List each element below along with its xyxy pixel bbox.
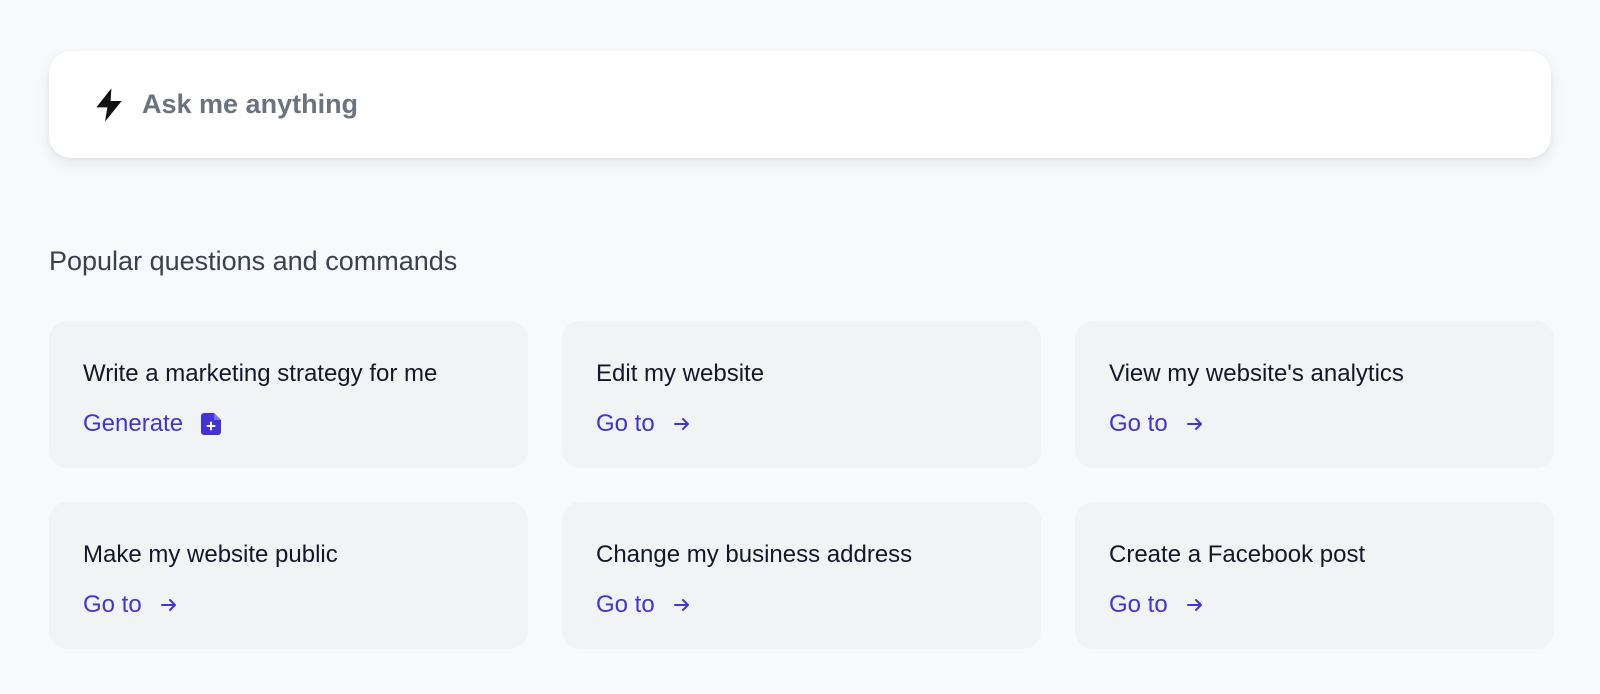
go-to-button[interactable]: Go to [1109, 590, 1204, 620]
go-to-button[interactable]: Go to [83, 590, 178, 620]
bolt-icon [90, 85, 128, 125]
action-label: Go to [1109, 591, 1168, 618]
command-card-business-address[interactable]: Change my business address Go to [562, 502, 1041, 649]
go-to-button[interactable]: Go to [1109, 409, 1204, 439]
card-title: Edit my website [596, 360, 765, 387]
document-plus-icon [201, 413, 222, 435]
assistant-page: Popular questions and commands Write a m… [0, 0, 1600, 694]
command-card-facebook-post[interactable]: Create a Facebook post Go to [1075, 502, 1554, 649]
action-label: Go to [1109, 410, 1168, 437]
ask-input[interactable] [142, 89, 1442, 120]
action-label: Go to [596, 591, 655, 618]
ask-bar[interactable] [49, 51, 1551, 158]
arrow-right-icon [673, 598, 691, 612]
card-title: Change my business address [596, 541, 913, 568]
action-label: Go to [83, 591, 142, 618]
arrow-right-icon [673, 417, 691, 431]
go-to-button[interactable]: Go to [596, 409, 691, 439]
card-title: View my website's analytics [1109, 360, 1404, 387]
arrow-right-icon [160, 598, 178, 612]
card-title: Create a Facebook post [1109, 541, 1366, 568]
commands-grid: Write a marketing strategy for me Genera… [49, 321, 1554, 649]
card-title: Make my website public [83, 541, 338, 568]
arrow-right-icon [1186, 598, 1204, 612]
section-title: Popular questions and commands [49, 246, 458, 276]
action-label: Go to [596, 410, 655, 437]
generate-button[interactable]: Generate [83, 409, 222, 439]
command-card-marketing-strategy[interactable]: Write a marketing strategy for me Genera… [49, 321, 528, 468]
card-title: Write a marketing strategy for me [83, 360, 438, 387]
command-card-website-analytics[interactable]: View my website's analytics Go to [1075, 321, 1554, 468]
command-card-make-public[interactable]: Make my website public Go to [49, 502, 528, 649]
go-to-button[interactable]: Go to [596, 590, 691, 620]
command-card-edit-website[interactable]: Edit my website Go to [562, 321, 1041, 468]
arrow-right-icon [1186, 417, 1204, 431]
action-label: Generate [83, 410, 184, 437]
